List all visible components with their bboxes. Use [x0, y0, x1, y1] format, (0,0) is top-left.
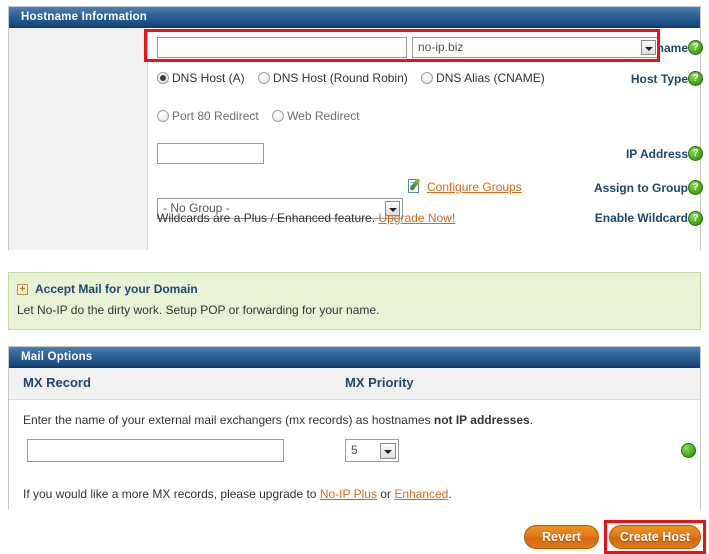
- host-type-radio-group-secondary: Port 80 Redirect Web Redirect: [157, 109, 370, 123]
- column-header-mx-record: MX Record: [23, 375, 91, 390]
- help-icon-host-type[interactable]: ?: [688, 71, 703, 86]
- hostname-input[interactable]: [157, 37, 407, 58]
- help-icon-assign-group[interactable]: ?: [688, 180, 703, 195]
- revert-button[interactable]: Revert: [524, 525, 599, 549]
- accept-mail-title[interactable]: Accept Mail for your Domain: [35, 282, 198, 296]
- mx-upgrade-end: .: [448, 487, 452, 501]
- radio-label-dns-host-round-robin[interactable]: DNS Host (Round Robin): [273, 71, 408, 85]
- help-icon-mx[interactable]: [681, 443, 696, 458]
- ip-address-label: IP Address:: [625, 147, 692, 161]
- mail-options-body: MX Record MX Priority Enter the name of …: [9, 368, 700, 510]
- mx-priority-value: 5: [351, 443, 358, 457]
- mx-description-part1: Enter the name of your external mail exc…: [23, 413, 434, 427]
- create-host-page: Hostname Information Hostname: no-ip.biz…: [0, 0, 709, 554]
- wildcard-text: Wildcards are a Plus / Enhanced feature.: [157, 211, 376, 225]
- enhanced-link[interactable]: Enhanced: [394, 487, 448, 501]
- wildcard-message: Wildcards are a Plus / Enhanced feature.…: [157, 211, 455, 225]
- mx-upgrade-note: If you would like a more MX records, ple…: [23, 487, 452, 501]
- mx-description-part2: .: [529, 413, 534, 427]
- mail-options-panel: Mail Options MX Record MX Priority Enter…: [8, 346, 701, 510]
- ip-address-input[interactable]: [157, 143, 264, 164]
- enable-wildcard-label: Enable Wildcard:: [594, 211, 692, 225]
- accept-mail-notice: + Accept Mail for your Domain Let No-IP …: [8, 272, 701, 330]
- hostname-panel-header: Hostname Information: [9, 7, 700, 28]
- radio-dns-host-a[interactable]: [157, 72, 169, 84]
- radio-label-web-redirect[interactable]: Web Redirect: [287, 109, 359, 123]
- help-icon-ip-address[interactable]: ?: [688, 146, 703, 161]
- mx-upgrade-mid: or: [376, 487, 395, 501]
- radio-port-80-redirect[interactable]: [157, 110, 169, 122]
- chevron-down-icon[interactable]: [380, 443, 396, 459]
- hostname-information-panel: Hostname Information Hostname: no-ip.biz…: [8, 6, 703, 250]
- host-type-label: Host Type:: [630, 72, 692, 86]
- radio-label-dns-alias-cname[interactable]: DNS Alias (CNAME): [436, 71, 545, 85]
- mx-record-input[interactable]: [27, 439, 284, 462]
- help-icon-hostname[interactable]: ?: [688, 40, 703, 55]
- radio-label-port-80-redirect[interactable]: Port 80 Redirect: [172, 109, 259, 123]
- host-type-radio-group-primary: DNS Host (A) DNS Host (Round Robin) DNS …: [157, 71, 555, 85]
- accept-mail-subtitle: Let No-IP do the dirty work. Setup POP o…: [17, 303, 380, 317]
- edit-document-icon[interactable]: [408, 178, 422, 194]
- radio-label-dns-host-a[interactable]: DNS Host (A): [172, 71, 245, 85]
- help-icon-enable-wildcard[interactable]: ?: [688, 211, 703, 226]
- mx-description-bold: not IP addresses: [433, 413, 530, 427]
- mx-upgrade-part1: If you would like a more MX records, ple…: [23, 487, 320, 501]
- domain-select[interactable]: no-ip.biz: [412, 37, 659, 58]
- domain-select-value: no-ip.biz: [418, 40, 464, 54]
- expand-plus-icon[interactable]: +: [17, 284, 28, 295]
- column-header-mx-priority: MX Priority: [345, 375, 414, 390]
- mail-panel-header: Mail Options: [9, 347, 700, 368]
- upgrade-now-link[interactable]: Upgrade Now!: [378, 211, 455, 225]
- form-label-column: [9, 28, 148, 250]
- no-ip-plus-link[interactable]: No-IP Plus: [320, 487, 377, 501]
- hostname-form-body: Hostname: no-ip.biz ? Host Type: DNS Hos…: [9, 28, 703, 250]
- configure-groups-link[interactable]: Configure Groups: [427, 180, 522, 194]
- radio-dns-host-round-robin[interactable]: [258, 72, 271, 84]
- mx-priority-select[interactable]: 5: [345, 439, 399, 462]
- radio-web-redirect[interactable]: [272, 110, 285, 122]
- radio-dns-alias-cname[interactable]: [421, 72, 434, 84]
- create-host-button[interactable]: Create Host: [609, 525, 701, 549]
- assign-group-label: Assign to Group:: [594, 181, 692, 195]
- chevron-down-icon[interactable]: [641, 40, 656, 55]
- mx-description: Enter the name of your external mail exc…: [23, 413, 533, 427]
